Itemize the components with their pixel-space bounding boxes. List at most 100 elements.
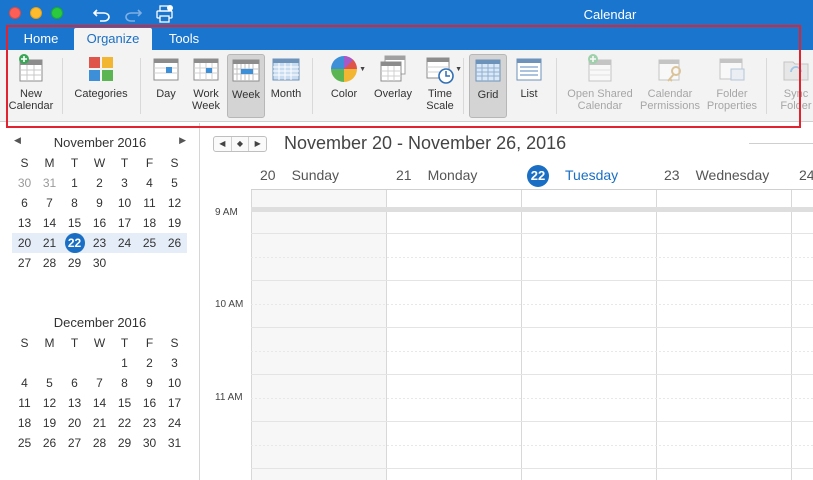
day-header-monday[interactable]: 21 Monday [396,167,477,187]
mini-calendar-day[interactable]: 28 [87,433,112,453]
day-header-sunday[interactable]: 20 Sunday [260,167,339,187]
day-header-wednesday[interactable]: 23 Wednesday [664,167,769,187]
mini-calendar-day[interactable]: 3 [112,173,137,193]
mini-calendar-day[interactable]: 16 [87,213,112,233]
day-header-thursday[interactable]: 24 [799,167,813,187]
minimize-window-button[interactable] [30,7,42,19]
mini-calendar-day[interactable]: 11 [12,393,37,413]
mini-calendar-day[interactable]: 25 [12,433,37,453]
work-week-view-button[interactable]: Work Week [188,54,224,118]
mini-calendar-day[interactable]: 28 [37,253,62,273]
mini-calendar-day[interactable]: 5 [162,173,187,193]
mini-calendar-day[interactable]: 24 [112,233,137,253]
mini-calendar-day[interactable]: 12 [37,393,62,413]
mini-calendar-day[interactable]: 16 [137,393,162,413]
mini-calendar-day[interactable]: 22 [112,413,137,433]
sync-folders-button[interactable]: Sync Folder [774,54,813,118]
mini-calendar-day[interactable]: 7 [87,373,112,393]
time-grid[interactable] [251,190,813,480]
mini-calendar-day[interactable]: 6 [12,193,37,213]
categories-button[interactable]: Categories [70,54,132,118]
time-scale-button[interactable]: ▼ Time Scale [420,54,462,118]
color-button[interactable]: ▼ Color [322,54,366,118]
mini-calendar-day[interactable]: 27 [62,433,87,453]
mini-calendar-day[interactable]: 27 [12,253,37,273]
mini-calendar-day[interactable]: 9 [87,193,112,213]
print-icon[interactable] [155,5,175,23]
mini-calendar-day[interactable]: 6 [62,373,87,393]
mini-calendar-day[interactable]: 2 [137,353,162,373]
overlay-button[interactable]: Overlay [372,54,414,118]
grid-view-button[interactable]: Grid [469,54,507,118]
mini-calendar-day[interactable]: 11 [137,193,162,213]
mini-calendar-day[interactable]: 18 [12,413,37,433]
previous-week-icon[interactable]: ◀ [214,137,232,151]
mini-calendar-day[interactable]: 29 [112,433,137,453]
mini-calendar-day[interactable]: 30 [12,173,37,193]
mini-calendar-day[interactable]: 1 [112,353,137,373]
tab-tools[interactable]: Tools [156,28,212,50]
mini-calendar-day[interactable]: 19 [162,213,187,233]
mini-calendar-day[interactable]: 23 [87,233,112,253]
mini-calendar-day[interactable]: 22 [62,233,87,253]
mini-calendar-day[interactable]: 31 [162,433,187,453]
mini-calendar-day[interactable]: 4 [137,173,162,193]
hour-line [251,468,813,469]
tab-home[interactable]: Home [12,28,70,50]
mini-calendar-day[interactable]: 23 [137,413,162,433]
tab-organize[interactable]: Organize [74,28,152,50]
mini-calendar-day[interactable]: 3 [162,353,187,373]
mini-calendar-day[interactable]: 14 [87,393,112,413]
open-shared-calendar-button[interactable]: Open Shared Calendar [564,54,636,118]
mini-calendar-day[interactable]: 19 [37,413,62,433]
mini-calendar-day[interactable]: 15 [62,213,87,233]
month-view-button[interactable]: Month [268,54,304,118]
mini-calendar-day[interactable]: 10 [162,373,187,393]
mini-calendar-day[interactable]: 8 [62,193,87,213]
mini-calendar-day[interactable]: 25 [137,233,162,253]
folder-properties-button[interactable]: Folder Properties [704,54,760,118]
calendar-permissions-button[interactable]: Calendar Permissions [638,54,702,118]
mini-calendar-day[interactable]: 31 [37,173,62,193]
today-icon[interactable]: ◆ [232,137,250,151]
day-header-tuesday[interactable]: 22 Tuesday [527,165,618,187]
mini-calendar-day[interactable]: 20 [62,413,87,433]
mini-calendar-day[interactable]: 7 [37,193,62,213]
mini-calendar-day[interactable]: 30 [137,433,162,453]
new-calendar-button[interactable]: New Calendar [6,54,56,118]
mini-calendar-day[interactable]: 30 [87,253,112,273]
mini-calendar-day[interactable]: 21 [87,413,112,433]
mini-calendar-day[interactable]: 13 [12,213,37,233]
maximize-window-button[interactable] [51,7,63,19]
time-scale-icon: ▼ [425,54,462,84]
week-view-button[interactable]: Week [227,54,265,118]
list-view-button[interactable]: List [511,54,547,118]
hour-line [251,374,813,375]
mini-calendar-day[interactable]: 14 [37,213,62,233]
mini-calendar-day[interactable]: 1 [62,173,87,193]
mini-calendar-day[interactable]: 12 [162,193,187,213]
mini-calendar-day[interactable]: 17 [162,393,187,413]
mini-calendar-day[interactable]: 24 [162,413,187,433]
mini-calendar-day[interactable]: 10 [112,193,137,213]
mini-calendar-day[interactable]: 15 [112,393,137,413]
mini-calendar-day[interactable]: 17 [112,213,137,233]
mini-calendar-day[interactable]: 13 [62,393,87,413]
undo-icon[interactable] [92,5,112,23]
day-view-button[interactable]: Day [148,54,184,118]
next-month-icon[interactable]: ▶ [179,135,186,146]
mini-calendar-day[interactable]: 5 [37,373,62,393]
mini-calendar-day[interactable]: 9 [137,373,162,393]
mini-calendar-day[interactable]: 8 [112,373,137,393]
redo-icon[interactable] [123,5,143,23]
mini-calendar-day[interactable]: 20 [12,233,37,253]
mini-calendar-day[interactable]: 29 [62,253,87,273]
mini-calendar-day[interactable]: 26 [162,233,187,253]
mini-calendar-day[interactable]: 18 [137,213,162,233]
mini-calendar-day[interactable]: 26 [37,433,62,453]
next-week-icon[interactable]: ▶ [249,137,266,151]
mini-calendar-day[interactable]: 4 [12,373,37,393]
mini-calendar-day[interactable]: 2 [87,173,112,193]
mini-calendar-day[interactable]: 21 [37,233,62,253]
close-window-button[interactable] [9,7,21,19]
